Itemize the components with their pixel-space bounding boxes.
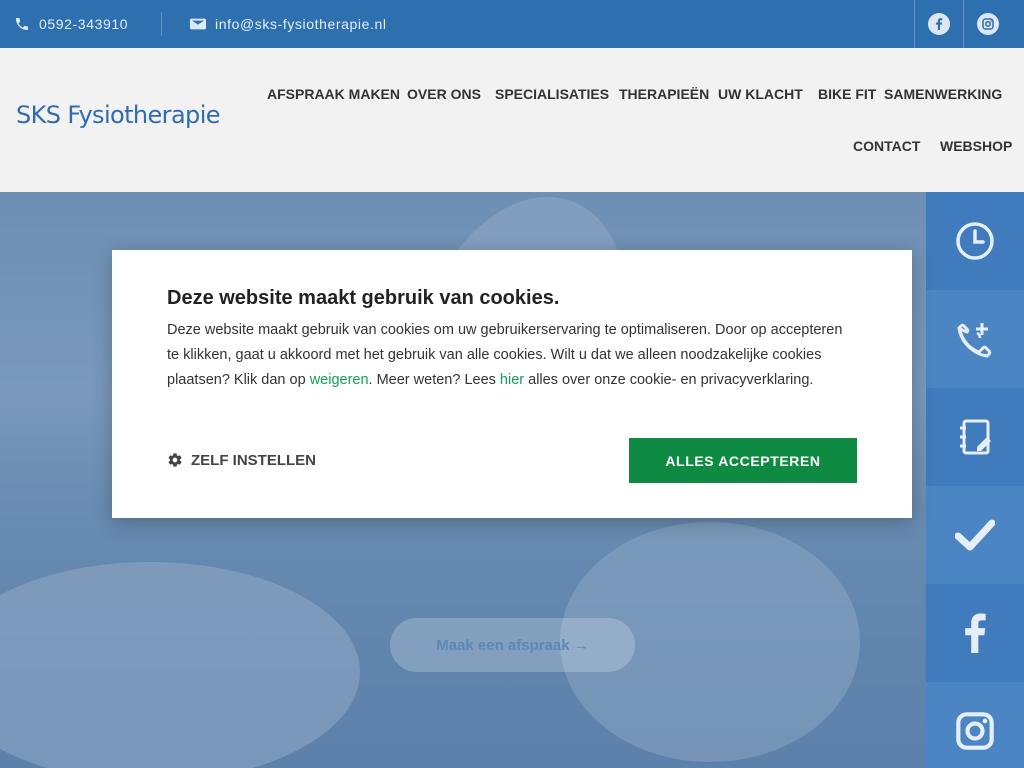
opening-hours-button[interactable] bbox=[926, 192, 1024, 290]
nav-contact[interactable]: CONTACT bbox=[853, 138, 920, 154]
nav-afspraak-maken[interactable]: AFSPRAAK MAKEN bbox=[267, 86, 400, 102]
nav-samenwerking[interactable]: SAMENWERKING bbox=[884, 86, 1002, 102]
site-header: SKS Fysiotherapie AFSPRAAK MAKEN OVER ON… bbox=[0, 48, 1024, 192]
nav-bike-fit[interactable]: BIKE FIT bbox=[818, 86, 876, 102]
cookie-settings-button[interactable]: ZELF INSTELLEN bbox=[167, 449, 316, 471]
top-bar: 0592-343910 info@sks-fysiotherapie.nl bbox=[0, 0, 1024, 48]
privacy-policy-link[interactable]: hier bbox=[500, 372, 524, 388]
gear-icon bbox=[168, 453, 182, 467]
clock-icon bbox=[956, 222, 994, 260]
nav-specialisaties[interactable]: SPECIALISATIES bbox=[495, 86, 609, 102]
instagram-side-button[interactable] bbox=[926, 682, 1024, 768]
mail-icon bbox=[190, 18, 206, 30]
phone-icon bbox=[16, 18, 28, 30]
logo[interactable]: SKS Fysiotherapie bbox=[16, 101, 221, 129]
instagram-top-button[interactable] bbox=[963, 0, 1012, 48]
facebook-side-button[interactable] bbox=[926, 584, 1024, 682]
phone-link[interactable]: 0592-343910 bbox=[14, 0, 128, 48]
nav-therapieen[interactable]: THERAPIEËN bbox=[619, 86, 709, 102]
cookie-text-part: alles over onze cookie- en privacyverkla… bbox=[524, 372, 814, 388]
make-appointment-button[interactable]: Maak een afspraak → bbox=[390, 618, 635, 672]
facebook-icon bbox=[965, 613, 986, 653]
instagram-icon bbox=[982, 18, 994, 30]
divider bbox=[161, 12, 162, 36]
cookie-dialog-title: Deze website maakt gebruik van cookies. bbox=[167, 287, 560, 309]
email-link[interactable]: info@sks-fysiotherapie.nl bbox=[190, 0, 387, 48]
checkmark-icon bbox=[955, 519, 995, 551]
cookie-settings-label: ZELF INSTELLEN bbox=[191, 451, 316, 469]
checklist-button[interactable] bbox=[926, 486, 1024, 584]
call-button[interactable] bbox=[926, 290, 1024, 388]
cookie-consent-dialog: Deze website maakt gebruik van cookies. … bbox=[112, 250, 912, 518]
nav-uw-klacht[interactable]: UW KLACHT bbox=[718, 86, 803, 102]
phone-number: 0592-343910 bbox=[39, 16, 129, 32]
nav-over-ons[interactable]: OVER ONS bbox=[407, 86, 481, 102]
facebook-icon bbox=[936, 18, 943, 30]
nav-webshop[interactable]: WEBSHOP bbox=[940, 138, 1012, 154]
appointment-form-button[interactable] bbox=[926, 388, 1024, 486]
instagram-icon bbox=[956, 712, 994, 750]
email-address: info@sks-fysiotherapie.nl bbox=[215, 16, 387, 32]
cookie-dialog-text: Deze website maakt gebruik van cookies o… bbox=[167, 318, 857, 393]
phone-plus-icon bbox=[957, 323, 992, 358]
facebook-top-button[interactable] bbox=[914, 0, 963, 48]
notebook-edit-icon bbox=[960, 419, 991, 455]
accept-all-cookies-button[interactable]: ALLES ACCEPTEREN bbox=[629, 438, 857, 483]
cookie-text-part: . Meer weten? Lees bbox=[368, 372, 500, 388]
refuse-cookies-link[interactable]: weigeren bbox=[310, 372, 369, 388]
quick-links-sidebar bbox=[926, 192, 1024, 768]
